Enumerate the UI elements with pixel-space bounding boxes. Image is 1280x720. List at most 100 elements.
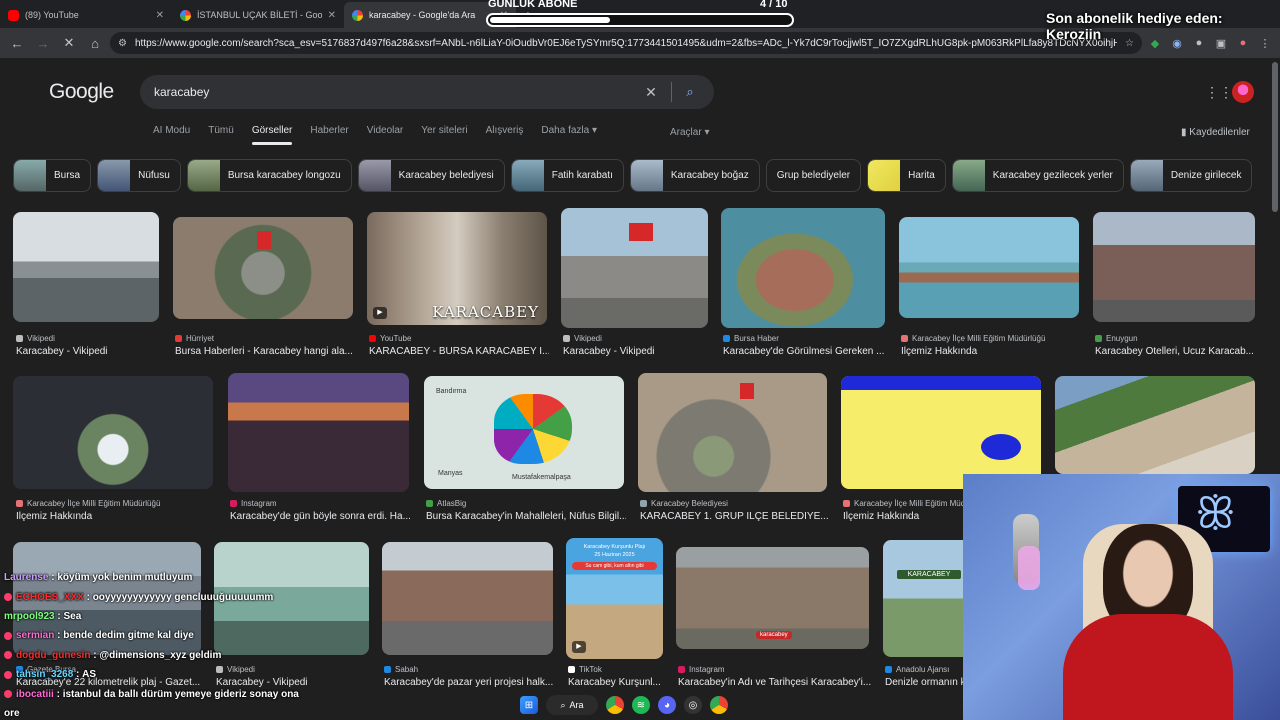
result-image[interactable]: [1055, 376, 1255, 474]
result-source[interactable]: Instagram: [678, 665, 871, 674]
result-source[interactable]: Vikipedi: [563, 334, 710, 343]
chip-denize-girilecek[interactable]: Denize girilecek: [1129, 159, 1253, 192]
result-title[interactable]: İlçemiz Hakkında: [16, 511, 216, 522]
result-image[interactable]: [561, 208, 708, 328]
discord-icon[interactable]: ◕: [658, 696, 676, 714]
chip-belediyesi[interactable]: Karacabey belediyesi: [357, 159, 505, 192]
chip-harita[interactable]: Harita: [867, 159, 946, 192]
result-source[interactable]: Enuygun: [1095, 334, 1257, 343]
site-info-icon[interactable]: ⚙: [118, 38, 127, 49]
spotify-icon[interactable]: ≋: [632, 696, 650, 714]
result-image[interactable]: [638, 373, 827, 492]
result-image[interactable]: [899, 217, 1079, 318]
result-image[interactable]: Bandırma Manyas Mustafakemalpaşa: [424, 376, 624, 489]
result-title[interactable]: Karacabey'de pazar yeri projesi halk...: [384, 677, 555, 688]
result-image[interactable]: [13, 376, 213, 489]
result-source[interactable]: Vikipedi: [16, 334, 162, 343]
result-source[interactable]: Karacabey İlçe Milli Eğitim Müdürlüğü: [901, 334, 1081, 343]
result-title[interactable]: İlçemiz Hakkında: [901, 346, 1081, 357]
result-source[interactable]: Karacabey İlçe Milli Eğitim Müdürlüğü: [16, 499, 216, 508]
result-title[interactable]: KARACABEY 1. GRUP İLÇE BELEDİYE...: [640, 511, 829, 522]
result-image[interactable]: [1093, 212, 1255, 322]
back-icon[interactable]: ←: [6, 32, 28, 54]
tab-images[interactable]: Görseller: [251, 125, 292, 145]
result-image[interactable]: [228, 373, 409, 492]
chip-grup-belediyeler[interactable]: Grup belediyeler: [765, 159, 862, 192]
google-logo[interactable]: Google: [49, 80, 114, 104]
chip-bursa[interactable]: Bursa: [13, 159, 92, 192]
tab-youtube[interactable]: (89) YouTube ✕: [0, 2, 172, 28]
result-source[interactable]: Karacabey İlçe Milli Eğitim Müdürlüğü: [843, 499, 963, 508]
stop-icon[interactable]: ✕: [58, 32, 80, 54]
result-image[interactable]: [841, 376, 1041, 489]
result-title[interactable]: Karacabey'de Görülmesi Gereken ...: [723, 346, 887, 357]
result-image[interactable]: [721, 208, 885, 328]
close-tab-icon[interactable]: ✕: [328, 10, 336, 21]
result-source[interactable]: Anadolu Ajansı: [885, 665, 965, 674]
tab-istanbul[interactable]: İSTANBUL UÇAK BİLETİ - Googl ✕: [172, 2, 344, 28]
result-source[interactable]: TikTok: [568, 665, 665, 674]
tab-all[interactable]: Tümü: [208, 125, 234, 145]
result-image[interactable]: karacabey: [676, 547, 869, 649]
obs-icon[interactable]: ◎: [684, 696, 702, 714]
chat-username[interactable]: sermian: [16, 630, 54, 641]
account-avatar[interactable]: [1232, 81, 1254, 103]
result-source[interactable]: AtlasBig: [426, 499, 626, 508]
tab-shopping[interactable]: Alışveriş: [486, 125, 524, 145]
result-source[interactable]: YouTube: [369, 334, 549, 343]
result-image[interactable]: [382, 542, 553, 655]
tab-videos[interactable]: Videolar: [367, 125, 404, 145]
result-title[interactable]: Karacabey Kurşunl...: [568, 677, 665, 688]
result-title[interactable]: Bursa Karacabey'in Mahalleleri, Nüfus Bi…: [426, 511, 626, 522]
tools-button[interactable]: Araçlar ▾: [670, 127, 709, 138]
clear-icon[interactable]: ✕: [637, 84, 665, 101]
tab-places[interactable]: Yer siteleri: [421, 125, 467, 145]
tab-ai-mode[interactable]: AI Modu: [153, 125, 190, 145]
close-tab-icon[interactable]: ✕: [156, 10, 164, 21]
result-title[interactable]: Karacabey - Vikipedi: [563, 346, 710, 357]
chip-longoz[interactable]: Bursa karacabey longozu: [186, 159, 352, 192]
result-title[interactable]: Bursa Haberleri - Karacabey hangi ala...: [175, 346, 355, 357]
result-title[interactable]: Karacabey Otelleri, Ucuz Karacab...: [1095, 346, 1257, 357]
chip-nufusu[interactable]: Nüfusu: [97, 159, 181, 192]
chat-username[interactable]: tahsin_3268: [16, 669, 73, 680]
result-source[interactable]: Sabah: [384, 665, 555, 674]
search-icon[interactable]: ⌕: [678, 84, 702, 100]
search-box[interactable]: karacabey ✕ ⌕: [140, 75, 714, 109]
taskbar-search[interactable]: ⌕ Ara: [546, 695, 598, 715]
tab-news[interactable]: Haberler: [310, 125, 348, 145]
result-source[interactable]: Karacabey Belediyesi: [640, 499, 829, 508]
chat-username[interactable]: dogdu_gunesin: [16, 650, 90, 661]
chrome-profile-icon[interactable]: [710, 696, 728, 714]
chip-fatih-karabati[interactable]: Fatih karabatı: [510, 159, 624, 192]
result-title[interactable]: Karacabey'in Adı ve Tarihçesi Karacabey'…: [678, 677, 871, 688]
scrollbar[interactable]: [1272, 62, 1278, 212]
chat-username[interactable]: ibocatiii: [16, 689, 54, 700]
result-title[interactable]: Karacabey - Vikipedi: [16, 346, 162, 357]
chip-gezilecek-yerler[interactable]: Karacabey gezilecek yerler: [951, 159, 1124, 192]
address-bar[interactable]: ⚙ https://www.google.com/search?sca_esv=…: [110, 32, 1142, 54]
tab-more[interactable]: Daha fazla ▾: [541, 125, 597, 145]
home-icon[interactable]: ⌂: [84, 32, 106, 54]
result-source[interactable]: Bursa Haber: [723, 334, 887, 343]
result-title[interactable]: KARACABEY - BURSA KARACABEY İ...: [369, 346, 549, 357]
result-title[interactable]: İlçemiz Hakkında: [843, 511, 963, 522]
chat-username[interactable]: Laurense: [4, 572, 48, 583]
forward-icon[interactable]: →: [32, 32, 54, 54]
chat-username[interactable]: mrpool923: [4, 611, 55, 622]
result-image[interactable]: [173, 217, 353, 319]
result-source[interactable]: Instagram: [230, 499, 411, 508]
chip-bogaz[interactable]: Karacabey boğaz: [629, 159, 760, 192]
result-image[interactable]: ▶ KARACABEY: [367, 212, 547, 325]
chat-username[interactable]: ECHOES_XXX: [16, 592, 84, 603]
windows-start-icon[interactable]: ⊞: [520, 696, 538, 714]
result-image[interactable]: Karacabey Kurşunlu Plajı 25 Haziran 2025…: [566, 538, 663, 659]
result-title[interactable]: Denizle ormanın k...: [885, 677, 965, 688]
result-image[interactable]: KARACABEY: [883, 540, 973, 657]
chrome-icon[interactable]: [606, 696, 624, 714]
result-image[interactable]: [13, 212, 159, 322]
result-source[interactable]: Hürriyet: [175, 334, 355, 343]
search-input[interactable]: karacabey: [154, 85, 637, 99]
saved-button[interactable]: ▮ Kaydedilenler: [1181, 127, 1250, 138]
result-title[interactable]: Karacabey'de gün böyle sonra erdi. Ha...: [230, 511, 411, 522]
